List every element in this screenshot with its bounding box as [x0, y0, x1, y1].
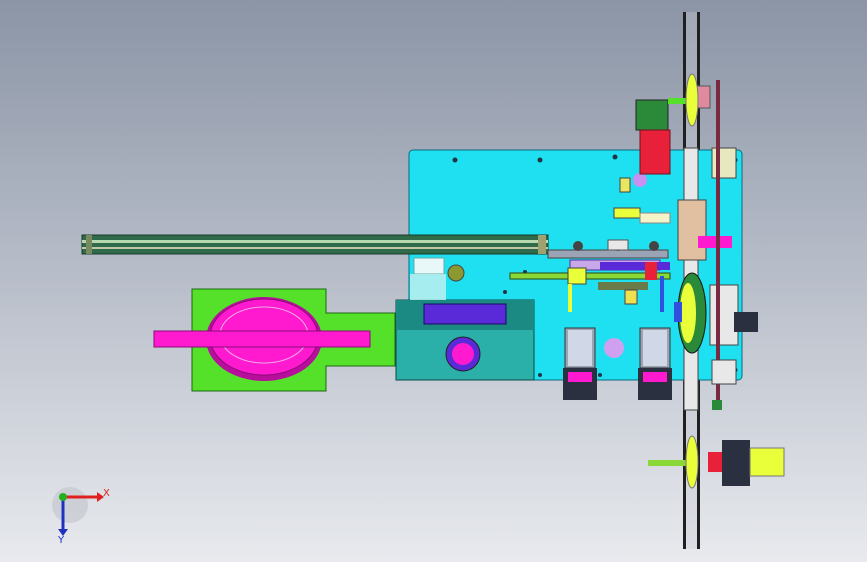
- bottom-motor: [648, 435, 785, 489]
- cylinder-left: [563, 327, 597, 400]
- olive-knob: [447, 264, 465, 282]
- vibratory-bowl-assembly: [153, 288, 396, 392]
- cylinder-right: [638, 327, 672, 400]
- triad-origin-sphere: [52, 487, 88, 523]
- x-axis-label: X: [103, 488, 110, 499]
- axis-triad: X Y: [52, 487, 110, 546]
- horizontal-feed-rail: [81, 234, 549, 255]
- violet-disc: [604, 338, 624, 358]
- y-axis-label: Y: [57, 535, 65, 546]
- cad-viewport[interactable]: X Y: [0, 0, 867, 562]
